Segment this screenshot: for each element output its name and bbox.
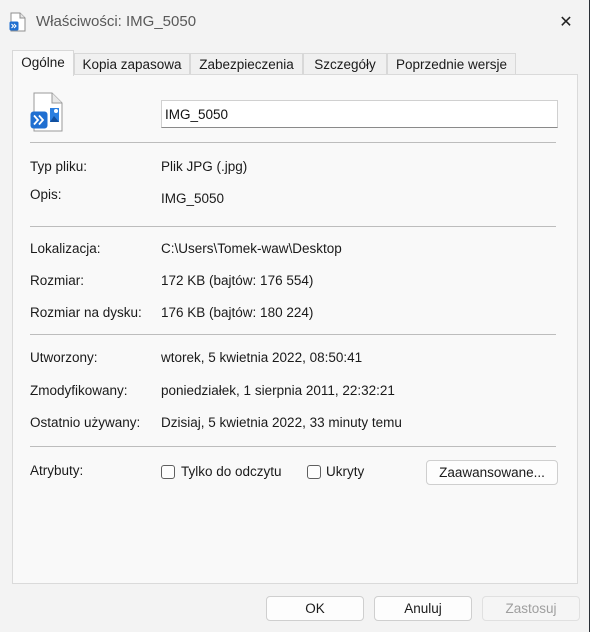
window-title: Właściwości: IMG_5050: [36, 13, 197, 30]
cancel-button[interactable]: Anuluj: [374, 596, 472, 621]
tab-backup[interactable]: Kopia zapasowa: [74, 53, 190, 75]
separator: [30, 226, 556, 227]
tab-details[interactable]: Szczegóły: [303, 53, 387, 75]
size-value: 172 KB (bajtów: 176 554): [161, 273, 314, 288]
properties-dialog: Właściwości: IMG_5050 ✕ Ogólne Kopia zap…: [0, 0, 590, 632]
attributes-label: Atrybuty:: [30, 463, 84, 478]
size-label: Rozmiar:: [30, 273, 85, 288]
location-value: C:\Users\Tomek-waw\Desktop: [161, 241, 342, 256]
tab-general[interactable]: Ogólne: [12, 50, 74, 76]
separator: [30, 142, 556, 143]
size-on-disk-value: 176 KB (bajtów: 180 224): [161, 305, 314, 320]
modified-value: poniedziałek, 1 sierpnia 2011, 22:32:21: [161, 383, 395, 398]
read-only-checkbox[interactable]: [161, 465, 175, 479]
title-bar[interactable]: Właściwości: IMG_5050 ✕: [0, 0, 589, 44]
jpg-file-icon: [9, 12, 26, 32]
advanced-button[interactable]: Zaawansowane...: [426, 460, 558, 485]
read-only-label[interactable]: Tylko do odczytu: [181, 464, 282, 480]
hidden-label[interactable]: Ukryty: [326, 464, 364, 480]
separator: [30, 334, 556, 335]
created-value: wtorek, 5 kwietnia 2022, 08:50:41: [161, 350, 363, 365]
file-name-input[interactable]: [161, 100, 558, 128]
separator: [30, 446, 556, 447]
location-label: Lokalizacja:: [30, 241, 101, 256]
apply-button[interactable]: Zastosuj: [482, 596, 580, 621]
tab-previous-versions[interactable]: Poprzednie wersje: [387, 53, 516, 75]
ok-button[interactable]: OK: [266, 596, 364, 621]
accessed-label: Ostatnio używany:: [30, 415, 141, 430]
file-type-label: Typ pliku:: [30, 159, 88, 174]
description-value: IMG_5050: [161, 191, 225, 206]
size-on-disk-label: Rozmiar na dysku:: [30, 305, 142, 320]
accessed-value: Dzisiaj, 5 kwietnia 2022, 33 minuty temu: [161, 415, 402, 430]
tab-security[interactable]: Zabezpieczenia: [190, 53, 303, 75]
created-label: Utworzony:: [30, 350, 98, 365]
close-icon: ✕: [559, 14, 573, 31]
description-label: Opis:: [30, 187, 62, 202]
general-panel: [12, 74, 578, 584]
file-type-value: Plik JPG (.jpg): [161, 159, 248, 174]
close-button[interactable]: ✕: [543, 0, 589, 44]
hidden-checkbox[interactable]: [307, 465, 321, 479]
modified-label: Zmodyfikowany:: [30, 383, 128, 398]
jpg-file-icon: [30, 92, 63, 132]
